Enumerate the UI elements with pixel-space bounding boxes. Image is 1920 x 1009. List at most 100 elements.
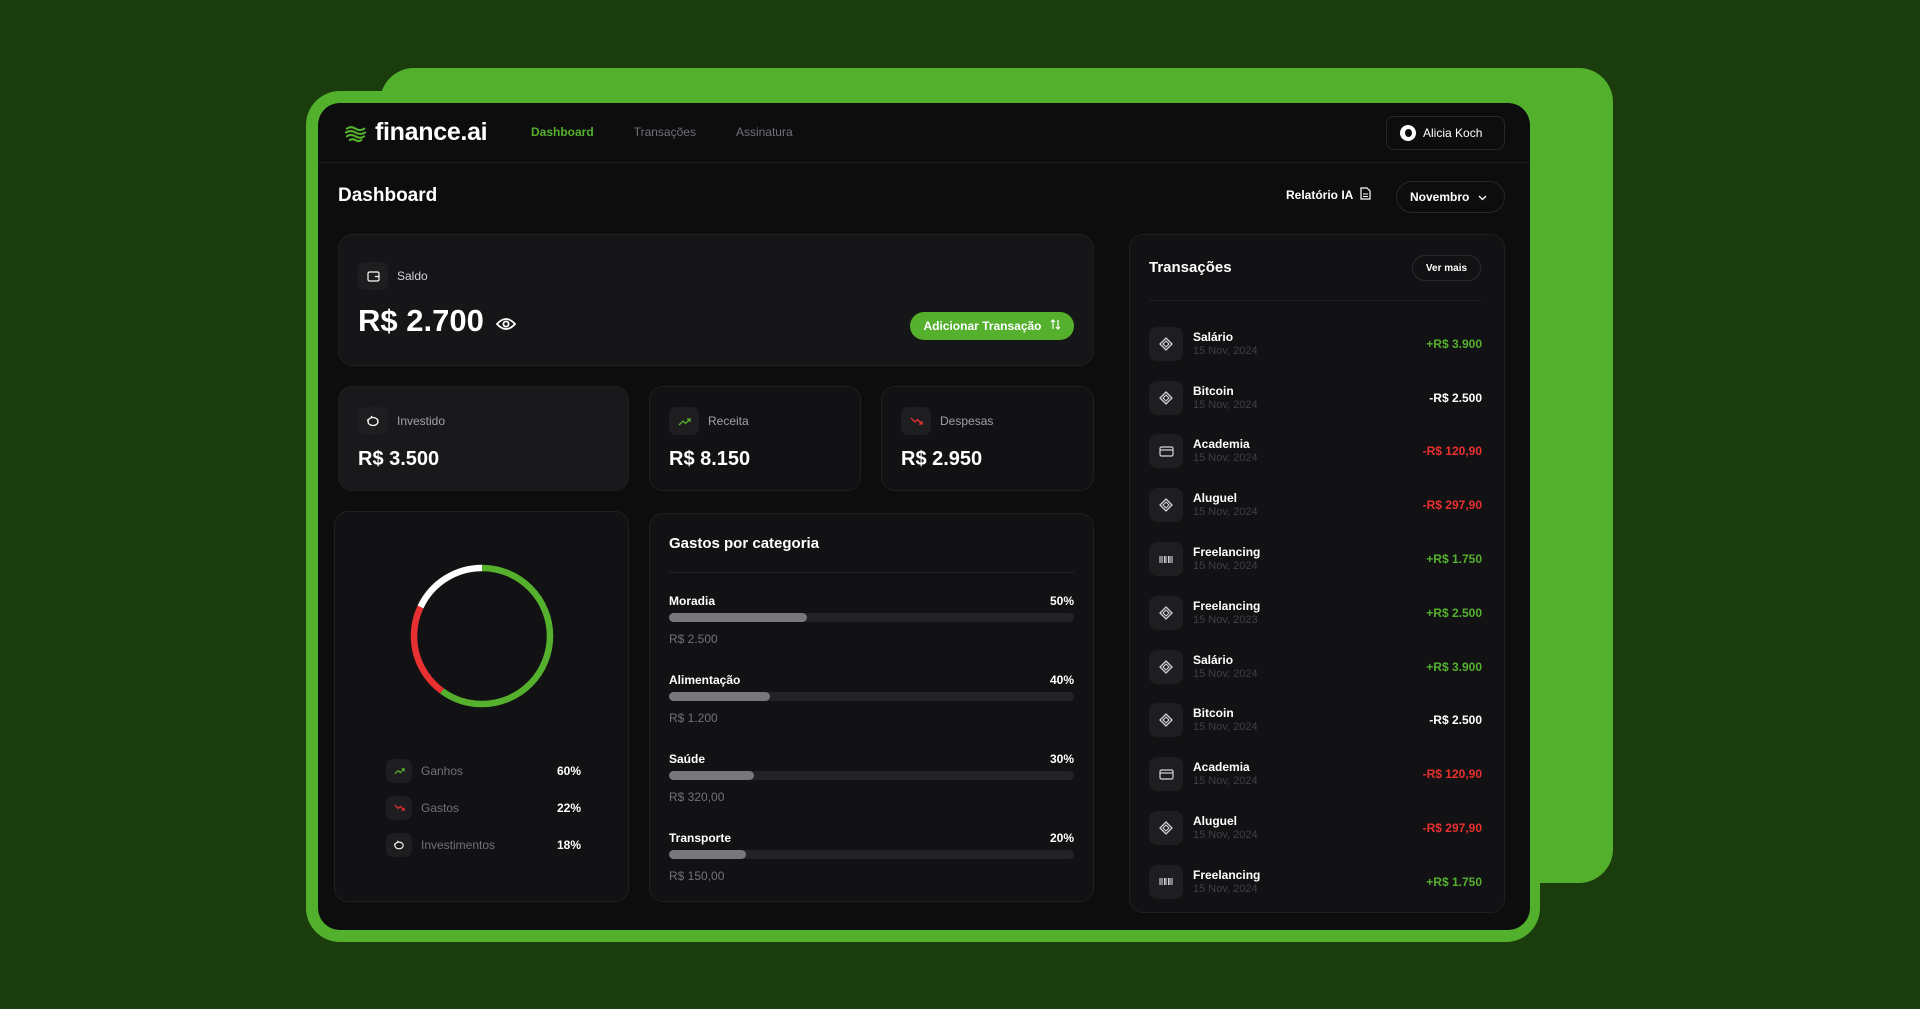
transaction-name: Academia xyxy=(1193,437,1250,452)
pix-icon xyxy=(1149,380,1183,415)
divider xyxy=(669,572,1074,573)
eye-icon[interactable] xyxy=(495,303,517,339)
nav-transactions[interactable]: Transações xyxy=(634,125,696,139)
category-percent: 50% xyxy=(1049,594,1074,608)
transaction-row[interactable]: Bitcoin 15 Nov, 2024 -R$ 2.500 xyxy=(1149,371,1482,425)
transaction-row[interactable]: Aluguel 15 Nov, 2024 -R$ 297,90 xyxy=(1149,478,1482,532)
category-list: Moradia 50% R$ 2.500 Alimentação 40% R$ … xyxy=(669,594,1074,910)
transaction-amount: -R$ 2.500 xyxy=(1429,390,1482,405)
transaction-info: Aluguel 15 Nov, 2024 xyxy=(1193,814,1423,842)
barcode-icon xyxy=(1149,542,1183,577)
category-amount: R$ 2.500 xyxy=(669,632,718,646)
pix-icon xyxy=(1149,649,1183,684)
transaction-info: Salário 15 Nov, 2024 xyxy=(1193,330,1426,358)
pix-icon xyxy=(1149,703,1183,738)
transaction-info: Academia 15 Nov, 2024 xyxy=(1193,760,1423,788)
invested-label: Investido xyxy=(397,414,446,428)
nav-subscription[interactable]: Assinatura xyxy=(736,125,793,139)
transaction-date: 15 Nov, 2024 xyxy=(1193,882,1258,895)
transaction-date: 15 Nov, 2024 xyxy=(1193,721,1258,734)
transaction-row[interactable]: Freelancing 15 Nov, 2024 +R$ 1.750 xyxy=(1149,532,1482,586)
legend-item-investments: Investimentos 18% xyxy=(386,826,581,863)
pix-icon xyxy=(1149,595,1183,630)
add-transaction-button[interactable]: Adicionar Transação xyxy=(910,312,1074,340)
transaction-amount: -R$ 297,90 xyxy=(1422,821,1482,836)
divider xyxy=(1149,300,1482,301)
category-progress-fill xyxy=(669,771,755,780)
transaction-amount: -R$ 120,90 xyxy=(1422,444,1482,459)
piggy-bank-icon xyxy=(358,407,388,435)
ai-report-label: Relatório IA xyxy=(1286,188,1354,202)
category-percent: 20% xyxy=(1049,831,1074,845)
income-value: R$ 8.150 xyxy=(669,448,751,470)
invested-value: R$ 3.500 xyxy=(358,448,440,470)
transaction-amount: -R$ 2.500 xyxy=(1429,713,1482,728)
category-progress-bar xyxy=(669,850,1074,859)
transaction-date: 15 Nov, 2024 xyxy=(1193,398,1258,411)
transaction-amount: +R$ 3.900 xyxy=(1426,659,1482,674)
expenses-label: Despesas xyxy=(940,414,994,428)
top-navbar: finance.ai Dashboard Transações Assinatu… xyxy=(318,103,1530,163)
transaction-info: Academia 15 Nov, 2024 xyxy=(1193,437,1423,465)
wallet-icon xyxy=(358,262,388,290)
document-icon xyxy=(1360,187,1371,203)
pix-icon xyxy=(1149,326,1183,361)
invested-card: Investido R$ 3.500 xyxy=(338,386,629,491)
brand-logo[interactable]: finance.ai xyxy=(344,118,488,147)
trending-up-icon xyxy=(386,758,412,783)
month-select[interactable]: Novembro xyxy=(1396,181,1505,213)
trending-down-icon xyxy=(386,795,412,820)
categories-title: Gastos por categoria xyxy=(669,535,820,552)
credit-card-icon xyxy=(1149,757,1183,792)
legend-percent: 22% xyxy=(556,800,581,815)
transaction-row[interactable]: Salário 15 Nov, 2024 +R$ 3.900 xyxy=(1149,640,1482,694)
transaction-info: Freelancing 15 Nov, 2024 xyxy=(1193,545,1426,573)
category-item: Transporte 20% R$ 150,00 xyxy=(669,831,1074,910)
category-progress-bar xyxy=(669,613,1074,622)
nav-dashboard[interactable]: Dashboard xyxy=(531,125,594,139)
arrows-up-down-icon xyxy=(1050,319,1061,333)
transaction-amount: +R$ 3.900 xyxy=(1426,336,1482,351)
month-value: Novembro xyxy=(1410,190,1470,204)
transaction-row[interactable]: Aluguel 15 Nov, 2024 -R$ 297,90 xyxy=(1149,801,1482,855)
income-card: Receita R$ 8.150 xyxy=(649,386,861,491)
transaction-info: Bitcoin 15 Nov, 2024 xyxy=(1193,384,1429,412)
ai-report-button[interactable]: Relatório IA xyxy=(1286,187,1371,203)
transaction-row[interactable]: Salário 15 Nov, 2024 +R$ 3.900 xyxy=(1149,317,1482,371)
pix-icon xyxy=(1149,488,1183,523)
see-more-button[interactable]: Ver mais xyxy=(1412,255,1481,281)
category-percent: 40% xyxy=(1049,673,1074,687)
user-menu-button[interactable]: Alicia Koch xyxy=(1386,116,1505,150)
category-item: Saúde 30% R$ 320,00 xyxy=(669,752,1074,831)
transaction-name: Freelancing xyxy=(1193,598,1261,613)
transaction-info: Freelancing 15 Nov, 2023 xyxy=(1193,599,1426,627)
transaction-info: Aluguel 15 Nov, 2024 xyxy=(1193,491,1423,519)
chevron-down-icon xyxy=(1478,190,1487,204)
transaction-amount: +R$ 1.750 xyxy=(1426,552,1482,567)
transaction-info: Freelancing 15 Nov, 2024 xyxy=(1193,868,1426,896)
category-progress-fill xyxy=(669,692,771,701)
category-name: Alimentação xyxy=(669,673,741,687)
transaction-row[interactable]: Freelancing 15 Nov, 2024 +R$ 1.750 xyxy=(1149,855,1482,909)
category-progress-fill xyxy=(669,613,807,622)
category-name: Moradia xyxy=(669,594,716,608)
transaction-name: Freelancing xyxy=(1193,867,1261,882)
legend-label: Ganhos xyxy=(421,763,464,778)
transaction-name: Salário xyxy=(1193,329,1234,344)
trending-up-icon xyxy=(669,407,699,435)
transaction-amount: +R$ 1.750 xyxy=(1426,874,1482,889)
transaction-amount: -R$ 297,90 xyxy=(1422,498,1482,513)
transaction-row[interactable]: Bitcoin 15 Nov, 2024 -R$ 2.500 xyxy=(1149,694,1482,748)
transaction-date: 15 Nov, 2024 xyxy=(1193,775,1258,788)
transactions-title: Transações xyxy=(1149,259,1232,276)
balance-value: R$ 2.700 xyxy=(358,303,484,338)
transaction-row[interactable]: Academia 15 Nov, 2024 -R$ 120,90 xyxy=(1149,425,1482,479)
transaction-name: Bitcoin xyxy=(1193,706,1234,721)
expenses-card: Despesas R$ 2.950 xyxy=(881,386,1094,491)
pix-icon xyxy=(1149,811,1183,846)
category-amount: R$ 150,00 xyxy=(669,869,725,883)
barcode-icon xyxy=(1149,864,1183,899)
transaction-row[interactable]: Academia 15 Nov, 2024 -R$ 120,90 xyxy=(1149,747,1482,801)
transaction-date: 15 Nov, 2024 xyxy=(1193,506,1258,519)
transaction-row[interactable]: Freelancing 15 Nov, 2023 +R$ 2.500 xyxy=(1149,586,1482,640)
